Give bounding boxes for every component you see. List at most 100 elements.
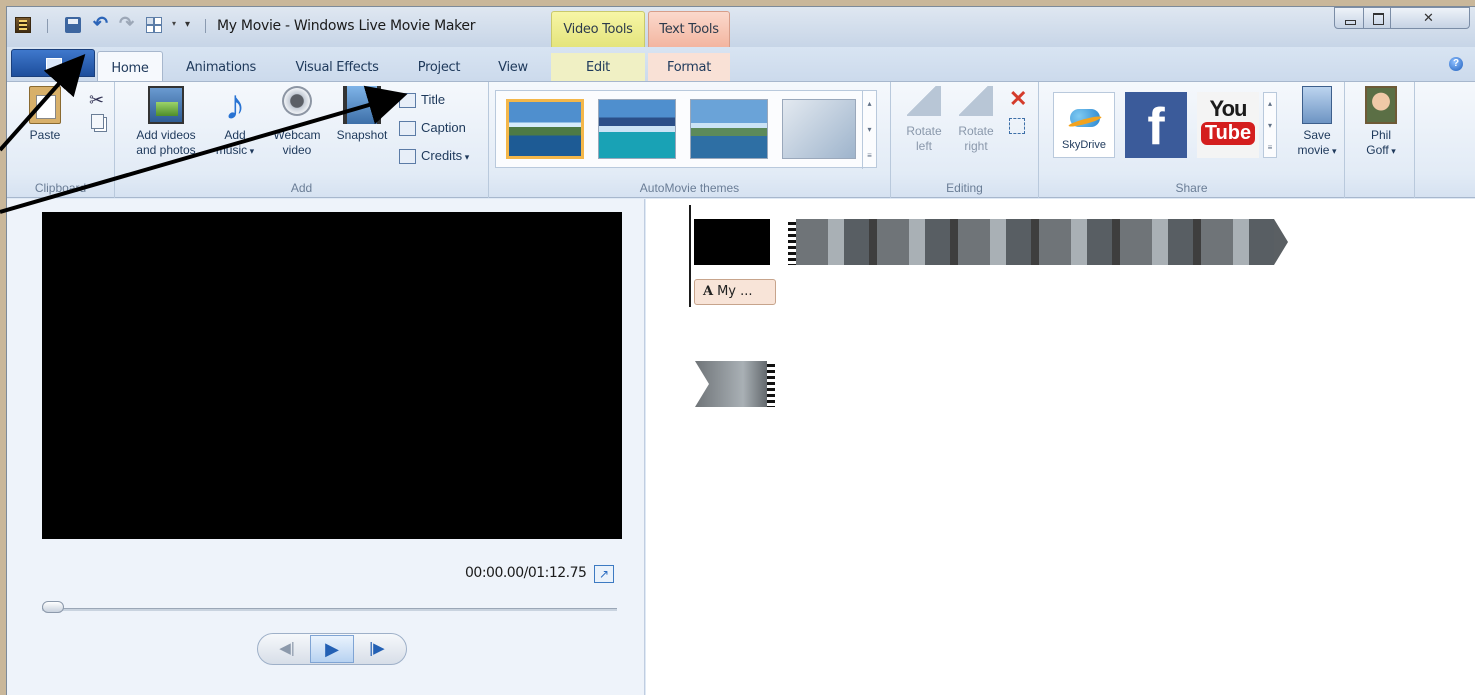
- seek-bar[interactable]: [42, 608, 617, 611]
- save-movie-label-line2: movie: [1297, 143, 1336, 157]
- gallery-scroll-up-icon[interactable]: ▴: [862, 91, 876, 117]
- chevron-down-icon[interactable]: ▾: [172, 19, 176, 28]
- ribbon: Paste ✂ Clipboard Add videos and photos …: [7, 81, 1475, 198]
- title-clip[interactable]: [694, 219, 770, 265]
- context-group-text-tools: Text Tools: [648, 11, 730, 47]
- add-videos-label-line2: and photos: [136, 143, 196, 157]
- tab-animations[interactable]: Animations: [171, 53, 271, 81]
- paste-button[interactable]: Paste: [25, 86, 65, 143]
- theme-thumbnail[interactable]: [598, 99, 676, 159]
- quick-access-separator: [47, 19, 48, 33]
- movie-maker-app-icon[interactable]: [15, 17, 31, 33]
- customize-quick-access-icon[interactable]: ▾: [185, 19, 190, 30]
- add-videos-label-line1: Add videos: [136, 128, 196, 142]
- storyboard: A My ...: [646, 199, 1475, 695]
- caption-overlay-chip[interactable]: A My ...: [694, 279, 776, 305]
- undo-icon[interactable]: ↶: [93, 13, 109, 33]
- playback-controls: ◀| ▶ |▶: [257, 633, 407, 665]
- rotate-left-label-line2: left: [915, 139, 932, 153]
- copy-icon[interactable]: [91, 114, 104, 129]
- rotate-left-label-line1: Rotate: [906, 124, 942, 138]
- context-label-text-tools: Text Tools: [659, 22, 719, 37]
- ribbon-tab-row: Home Animations Visual Effects Project V…: [7, 47, 1475, 81]
- snapshot-label: Snapshot: [336, 128, 388, 142]
- video-preview-screen[interactable]: [42, 212, 622, 539]
- share-group-label: Share: [1175, 181, 1208, 195]
- title-button[interactable]: Title: [397, 90, 445, 112]
- gallery-expand-icon[interactable]: ≡: [862, 143, 876, 169]
- select-all-icon[interactable]: [1009, 118, 1025, 134]
- rotate-left-button[interactable]: Rotate left: [899, 86, 949, 154]
- gallery-scroll-down-icon[interactable]: ▾: [862, 117, 876, 143]
- preview-pane: 00:00.00/01:12.75 ↗ ◀| ▶ |▶: [7, 199, 645, 695]
- tab-edit[interactable]: Edit: [551, 53, 645, 81]
- theme-thumbnail[interactable]: [690, 99, 768, 159]
- caption-chip-text: My ...: [717, 284, 753, 299]
- account-name-line1: Phil: [1370, 128, 1391, 142]
- seek-handle[interactable]: [42, 601, 64, 613]
- tab-visual-effects[interactable]: Visual Effects: [279, 53, 395, 81]
- context-label-video-tools: Video Tools: [563, 22, 633, 37]
- rotate-right-button[interactable]: Rotate right: [951, 86, 1001, 154]
- rotate-right-icon: [959, 86, 993, 116]
- facebook-icon[interactable]: f: [1125, 92, 1187, 158]
- quick-access-separator: [205, 19, 206, 33]
- account-group: Phil Goff: [1345, 82, 1415, 198]
- credits-label: Credits: [421, 148, 469, 163]
- youtube-icon[interactable]: You Tube: [1197, 92, 1259, 158]
- snapshot-icon: [343, 86, 381, 124]
- theme-thumbnail[interactable]: [506, 99, 584, 159]
- caption-button[interactable]: Caption: [397, 118, 466, 140]
- share-group: SkyDrive f You Tube ▴▾≡ Save movie Share: [1039, 82, 1345, 198]
- save-movie-label-line1: Save: [1303, 128, 1331, 142]
- add-music-button[interactable]: ♪ Add music: [211, 84, 259, 159]
- save-movie-button[interactable]: Save movie: [1289, 86, 1345, 159]
- caption-chip-icon: A: [703, 284, 714, 299]
- redo-icon[interactable]: ↷: [119, 13, 135, 33]
- remove-x-icon[interactable]: ✕: [1009, 86, 1027, 112]
- video-clip-continued[interactable]: [695, 361, 775, 407]
- next-frame-button[interactable]: |▶: [362, 637, 392, 661]
- application-menu-button[interactable]: [11, 49, 95, 77]
- app-window: ↶ ↷ ▾ ▾ My Movie - Windows Live Movie Ma…: [6, 6, 1475, 695]
- add-music-label-line2: music: [216, 143, 254, 157]
- editing-group-label: Editing: [946, 181, 983, 195]
- add-videos-and-photos-button[interactable]: Add videos and photos: [127, 86, 205, 158]
- help-icon[interactable]: ?: [1449, 57, 1463, 71]
- window-title: My Movie - Windows Live Movie Maker: [217, 18, 476, 34]
- fullscreen-icon[interactable]: ↗: [594, 565, 614, 583]
- tab-project[interactable]: Project: [401, 53, 477, 81]
- title-icon: [399, 93, 416, 108]
- close-button[interactable]: [1390, 7, 1470, 29]
- clipboard-group-label: Clipboard: [34, 181, 87, 195]
- credits-button[interactable]: Credits: [397, 146, 469, 168]
- youtube-tube-text: Tube: [1200, 122, 1256, 145]
- account-button[interactable]: Phil Goff: [1353, 86, 1409, 159]
- tab-home[interactable]: Home: [97, 51, 163, 81]
- webcam-label-line1: Webcam: [273, 128, 321, 142]
- theme-thumbnail[interactable]: [782, 99, 856, 159]
- play-button[interactable]: ▶: [310, 635, 354, 663]
- save-icon[interactable]: [65, 17, 81, 33]
- scissors-icon[interactable]: ✂: [89, 90, 104, 111]
- paste-label: Paste: [29, 128, 61, 142]
- skydrive-cloud-icon: [1068, 101, 1102, 129]
- webcam-video-button[interactable]: Webcam video: [265, 86, 329, 158]
- webcam-label-line2: video: [282, 143, 312, 157]
- layout-grid-icon[interactable]: [146, 17, 168, 33]
- playback-indicator[interactable]: [689, 205, 691, 307]
- tab-format[interactable]: Format: [648, 53, 730, 81]
- themes-gallery: ▴ ▾ ≡: [495, 90, 877, 169]
- video-clip[interactable]: [788, 219, 1288, 265]
- rotate-left-icon: [907, 86, 941, 116]
- minimize-button[interactable]: [1334, 7, 1364, 29]
- previous-frame-button[interactable]: ◀|: [272, 637, 302, 661]
- share-gallery-scroll-icon[interactable]: ▴ ▾ ≡: [1263, 92, 1277, 158]
- maximize-button[interactable]: [1363, 7, 1391, 29]
- tab-view[interactable]: View: [483, 53, 543, 81]
- account-name-line2: Goff: [1366, 143, 1396, 157]
- snapshot-button[interactable]: Snapshot: [329, 86, 395, 143]
- add-music-label-line1: Add: [224, 128, 246, 142]
- youtube-you-text: You: [1209, 96, 1248, 121]
- skydrive-button[interactable]: SkyDrive: [1053, 92, 1115, 158]
